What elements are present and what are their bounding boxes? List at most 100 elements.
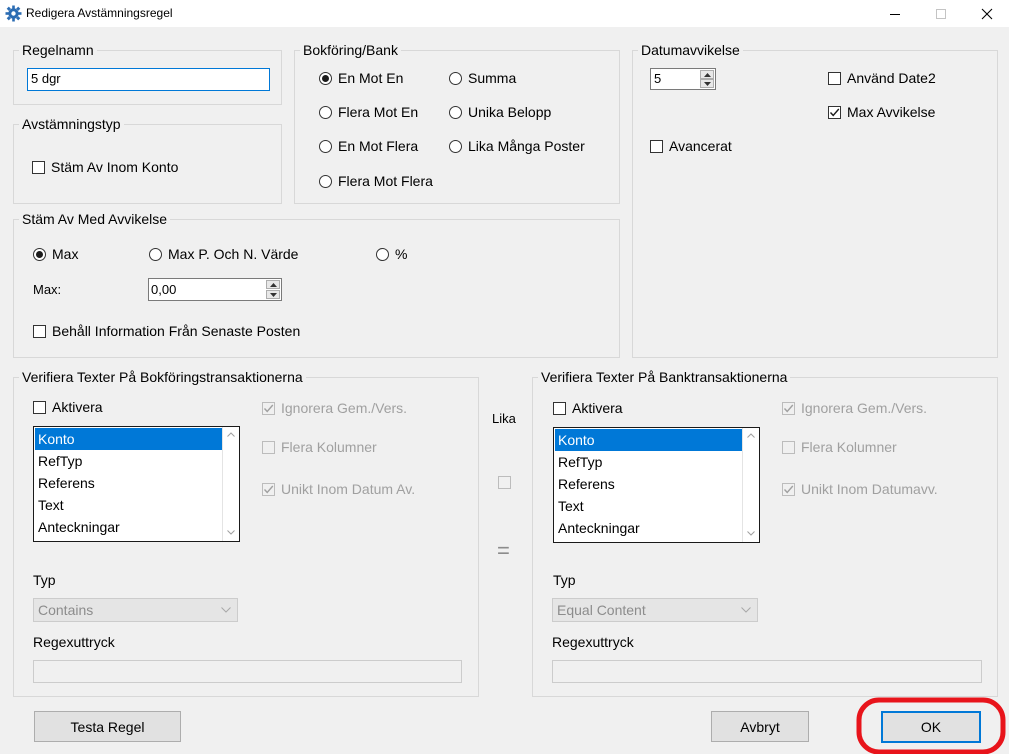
avbryt-button[interactable]: Avbryt (711, 711, 809, 742)
list-item[interactable]: Anteckningar (35, 516, 223, 538)
bank-typ-value: Equal Content (557, 602, 646, 618)
bokforing-flera-checkbox[interactable] (262, 441, 275, 454)
radio-max-label: Max (52, 246, 79, 262)
close-button[interactable] (964, 0, 1009, 27)
maximize-button[interactable] (918, 0, 964, 27)
bank-regex-input[interactable] (552, 660, 982, 683)
checkmark-icon (783, 404, 794, 413)
stam-av-inom-konto-checkbox[interactable] (32, 161, 45, 174)
list-item[interactable]: Konto (555, 429, 743, 451)
radio-unika-belopp[interactable] (449, 106, 462, 119)
window-title: Redigera Avstämningsregel (26, 6, 173, 20)
anvand-date2-label: Använd Date2 (847, 70, 936, 86)
bokforing-typ-select[interactable]: Contains (33, 598, 238, 622)
radio-unika-belopp-label: Unika Belopp (468, 104, 552, 120)
bank-flera-checkbox[interactable] (782, 441, 795, 454)
minimize-button[interactable] (872, 0, 918, 27)
bokforing-typ-label: Typ (33, 572, 56, 588)
avvikelse-label: Stäm Av Med Avvikelse (19, 211, 170, 227)
radio-percent[interactable] (376, 248, 389, 261)
list-item[interactable]: Anteckningar (555, 517, 743, 539)
chevron-down-icon (270, 293, 277, 297)
radio-flera-mot-en-label: Flera Mot En (338, 104, 419, 120)
title-bar: Redigera Avstämningsregel (0, 0, 1009, 27)
bank-typ-label: Typ (553, 572, 576, 588)
list-item[interactable]: Text (35, 494, 223, 516)
radio-flera-mot-flera-label: Flera Mot Flera (338, 173, 433, 189)
spin-up-button[interactable] (700, 70, 714, 79)
bokforing-flera-label: Flera Kolumner (281, 439, 377, 455)
list-scrollbar[interactable] (742, 428, 759, 542)
testa-regel-button[interactable]: Testa Regel (34, 711, 181, 742)
radio-flera-mot-en[interactable] (319, 106, 332, 119)
max-value-spinner[interactable]: 0,00 (148, 278, 282, 301)
checkmark-icon (829, 108, 840, 117)
bank-regex-label: Regexuttryck (552, 634, 634, 650)
max-avvikelse-label: Max Avvikelse (847, 104, 936, 120)
maximize-icon (935, 8, 947, 20)
bank-verify-label: Verifiera Texter På Banktransaktionerna (538, 369, 791, 385)
radio-en-mot-flera-label: En Mot Flera (338, 138, 419, 154)
bank-unikt-label: Unikt Inom Datumavv. (801, 481, 938, 497)
bokforing-verify-label: Verifiera Texter På Bokföringstransaktio… (19, 369, 306, 385)
regelnamn-input[interactable]: 5 dgr (27, 68, 270, 91)
list-item[interactable]: RefTyp (35, 450, 223, 472)
bokforing-ignorera-checkbox[interactable] (262, 402, 275, 415)
bokforing-bank-label: Bokföring/Bank (300, 42, 401, 58)
regelnamn-label: Regelnamn (19, 42, 97, 58)
bank-field-list[interactable]: Konto RefTyp Referens Text Anteckningar (553, 427, 760, 543)
chevron-up-icon (227, 432, 235, 437)
chevron-up-icon (270, 283, 277, 287)
datumavvikelse-spinner[interactable]: 5 (650, 68, 716, 90)
anvand-date2-checkbox[interactable] (828, 72, 841, 85)
bank-ignorera-checkbox[interactable] (782, 402, 795, 415)
bokforing-regex-input[interactable] (33, 660, 462, 683)
behall-information-checkbox[interactable] (33, 325, 46, 338)
equals-sign: = (497, 538, 510, 563)
spin-down-button[interactable] (700, 79, 714, 88)
avancerat-label: Avancerat (669, 138, 732, 154)
lika-checkbox[interactable] (498, 476, 511, 489)
max-spin-up-button[interactable] (266, 280, 280, 289)
bokforing-regex-label: Regexuttryck (33, 634, 115, 650)
bokforing-aktivera-checkbox[interactable] (33, 401, 46, 414)
radio-max-p-och-n[interactable] (149, 248, 162, 261)
bank-ignorera-label: Ignorera Gem./Vers. (801, 400, 928, 416)
radio-percent-label: % (395, 246, 408, 262)
max-field-label: Max: (33, 282, 62, 297)
bokforing-unikt-checkbox[interactable] (262, 483, 275, 496)
max-avvikelse-checkbox[interactable] (828, 106, 841, 119)
checkmark-icon (783, 485, 794, 494)
bokforing-field-list[interactable]: Konto RefTyp Referens Text Anteckningar (33, 426, 240, 542)
list-item[interactable]: Konto (35, 428, 223, 450)
radio-en-mot-flera[interactable] (319, 140, 332, 153)
radio-lika-manga-poster[interactable] (449, 140, 462, 153)
stam-av-inom-konto-label: Stäm Av Inom Konto (51, 159, 179, 175)
chevron-up-icon (747, 433, 755, 438)
radio-max[interactable] (33, 248, 46, 261)
bank-typ-select[interactable]: Equal Content (552, 598, 758, 622)
bokforing-typ-value: Contains (38, 602, 94, 618)
list-item[interactable]: Referens (555, 473, 743, 495)
checkmark-icon (263, 485, 274, 494)
chevron-up-icon (704, 73, 711, 77)
datumavvikelse-label: Datumavvikelse (638, 42, 743, 58)
max-spin-down-button[interactable] (266, 290, 280, 299)
radio-en-mot-en[interactable] (319, 72, 332, 85)
chevron-down-icon (704, 82, 711, 86)
minimize-icon (889, 8, 901, 20)
list-item[interactable]: Referens (35, 472, 223, 494)
radio-max-p-och-n-label: Max P. Och N. Värde (168, 246, 299, 262)
list-item[interactable]: Text (555, 495, 743, 517)
bank-aktivera-checkbox[interactable] (553, 402, 566, 415)
list-scrollbar[interactable] (222, 427, 239, 541)
highlight-ring (856, 697, 1006, 754)
list-item[interactable]: RefTyp (555, 451, 743, 473)
bank-unikt-checkbox[interactable] (782, 483, 795, 496)
radio-flera-mot-flera[interactable] (319, 175, 332, 188)
lika-label: Lika (492, 411, 516, 426)
behall-information-label: Behåll Information Från Senaste Posten (52, 323, 301, 339)
chevron-down-icon (747, 531, 755, 536)
radio-summa[interactable] (449, 72, 462, 85)
avancerat-checkbox[interactable] (650, 140, 663, 153)
